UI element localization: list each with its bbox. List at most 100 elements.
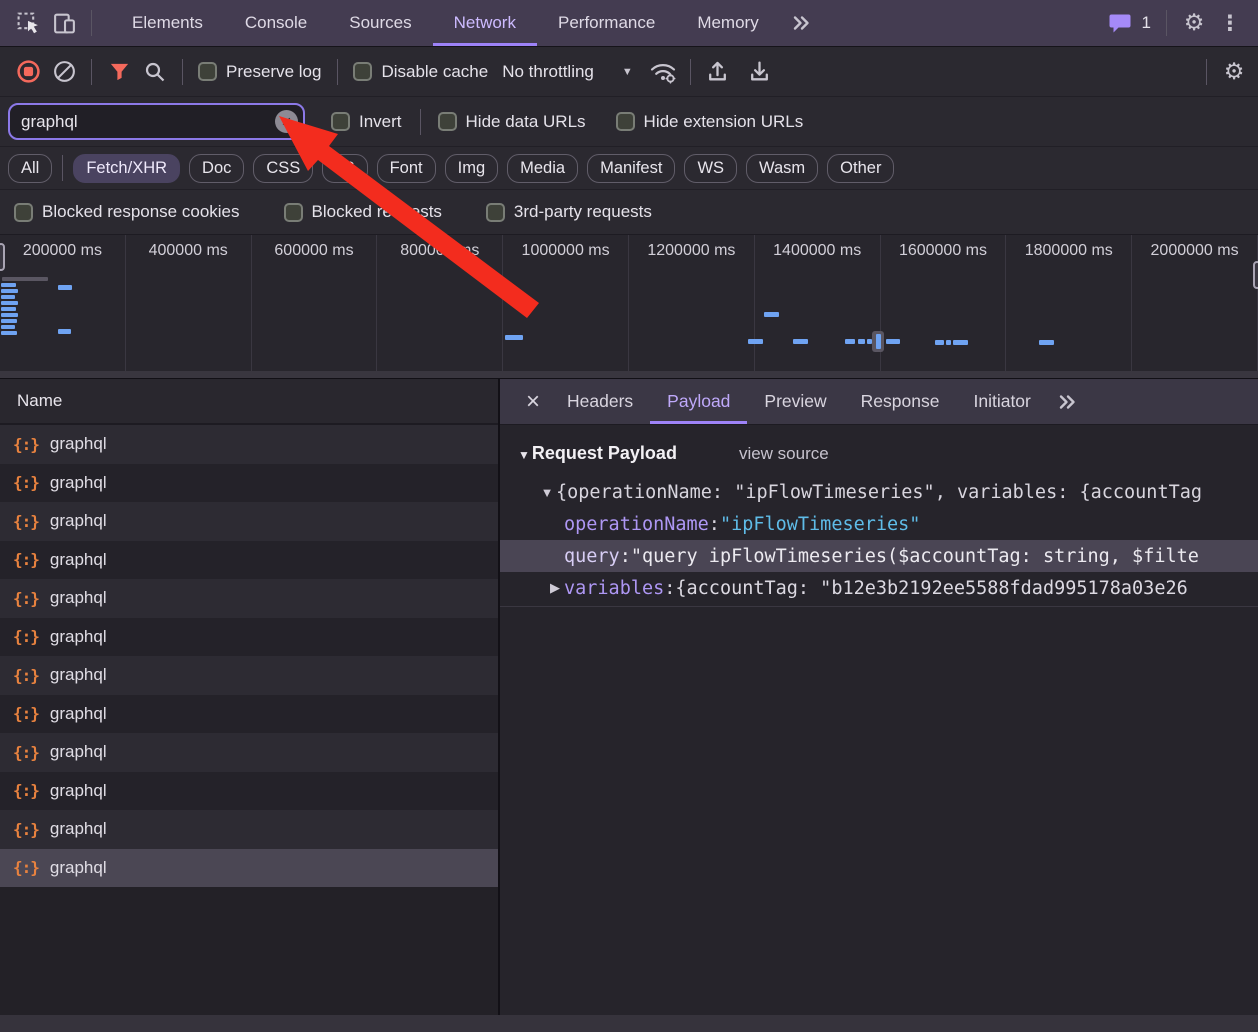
extra-filter-checkbox[interactable] (14, 203, 33, 222)
json-key: query (564, 546, 620, 567)
settings-button[interactable]: ⚙ (1176, 6, 1212, 40)
timeline-tick: 1800000 ms (1006, 235, 1132, 372)
request-row[interactable]: {:} graphql (0, 695, 498, 734)
toolbar-separator (420, 109, 421, 135)
request-name: graphql (50, 550, 107, 570)
overview-right-handle[interactable] (1253, 261, 1258, 289)
inspect-element-button[interactable] (10, 6, 46, 40)
type-chip[interactable]: Fetch/XHR (73, 154, 180, 183)
export-har-button[interactable] (742, 55, 778, 89)
json-object-preview: {accountTag: "b12e3b2192ee5588fdad995178… (675, 578, 1187, 599)
request-row[interactable]: {:} graphql (0, 772, 498, 811)
type-chip[interactable]: Media (507, 154, 578, 183)
operation-name-row[interactable]: operationName: "ipFlowTimeseries" (500, 508, 1258, 540)
type-chip[interactable]: CSS (253, 154, 313, 183)
network-settings-button[interactable]: ⚙ (1216, 55, 1252, 89)
panel-tab[interactable]: Network (433, 0, 537, 46)
name-column-header[interactable]: Name (0, 379, 498, 425)
details-tab[interactable]: Response (844, 379, 957, 424)
invert-checkbox[interactable] (331, 112, 350, 131)
request-row[interactable]: {:} graphql (0, 656, 498, 695)
payload-view: ▼ Request Payload view source ▼ {operati… (500, 425, 1258, 607)
variables-row[interactable]: ▶ variables: {accountTag: "b12e3b2192ee5… (500, 572, 1258, 604)
devtools-tabbar: Elements Console Sources Network Perform… (0, 0, 1258, 47)
panel-tab[interactable]: Sources (328, 0, 432, 46)
panel-tab[interactable]: Elements (111, 0, 224, 46)
disable-cache-checkbox[interactable] (353, 62, 372, 81)
more-panels-button[interactable] (780, 0, 822, 46)
json-braces-icon: {:} (13, 589, 39, 608)
expand-triangle-icon[interactable]: ▶ (546, 580, 564, 596)
type-chip[interactable]: Manifest (587, 154, 675, 183)
view-source-link[interactable]: view source (739, 444, 829, 464)
payload-preview-row[interactable]: ▼ {operationName: "ipFlowTimeseries", va… (500, 476, 1258, 508)
request-name: graphql (50, 665, 107, 685)
details-tab[interactable]: Initiator (956, 379, 1047, 424)
details-tab[interactable]: Headers (550, 379, 650, 424)
request-row[interactable]: {:} graphql (0, 849, 498, 888)
type-chip[interactable]: WS (684, 154, 737, 183)
details-tab[interactable]: Preview (747, 379, 843, 424)
extra-filter-checkbox[interactable] (284, 203, 303, 222)
waterfall-bar (748, 339, 763, 344)
request-row[interactable]: {:} graphql (0, 618, 498, 657)
type-chip[interactable]: Img (445, 154, 499, 183)
waterfall-bar (946, 340, 951, 345)
panel-tab[interactable]: Console (224, 0, 328, 46)
import-har-button[interactable] (700, 55, 736, 89)
search-button[interactable] (137, 55, 173, 89)
issues-count: 1 (1142, 13, 1151, 33)
overview-left-handle[interactable] (0, 243, 5, 271)
timeline-tick: 1000000 ms (503, 235, 629, 372)
issues-button[interactable] (1102, 6, 1138, 40)
preserve-log-label: Preserve log (226, 62, 321, 82)
filter-input[interactable] (8, 103, 305, 140)
request-row[interactable]: {:} graphql (0, 579, 498, 618)
collapse-triangle-icon[interactable]: ▼ (538, 485, 556, 500)
network-conditions-button[interactable] (645, 55, 681, 89)
type-chips: Fetch/XHR Doc CSS JS Font Img Media Mani… (73, 154, 894, 183)
type-chip[interactable]: Doc (189, 154, 244, 183)
waterfall-bar (1, 319, 17, 323)
throttling-dropdown[interactable]: No throttling ▼ (502, 62, 633, 82)
extra-filter-checkbox[interactable] (486, 203, 505, 222)
main-menu-button[interactable]: ⋮ (1212, 6, 1248, 40)
type-chip-all[interactable]: All (8, 154, 52, 183)
request-row[interactable]: {:} graphql (0, 810, 498, 849)
network-overview-timeline[interactable]: 200000 ms 400000 ms 600000 ms 800000 ms … (0, 235, 1258, 379)
request-row[interactable]: {:} graphql (0, 464, 498, 503)
more-details-tabs-button[interactable] (1048, 379, 1086, 424)
close-details-button[interactable]: × (516, 379, 550, 424)
panel-tab[interactable]: Performance (537, 0, 676, 46)
request-name: graphql (50, 434, 107, 454)
clear-filter-button[interactable]: × (275, 110, 298, 133)
query-row-selected[interactable]: query: "query ipFlowTimeseries($accountT… (500, 540, 1258, 572)
type-chip[interactable]: Wasm (746, 154, 818, 183)
hide-extension-urls-label: Hide extension URLs (644, 112, 804, 132)
toolbar-separator (337, 59, 338, 85)
filter-toggle-button[interactable] (101, 55, 137, 89)
extra-filter-group: Blocked requests (284, 202, 442, 222)
request-row[interactable]: {:} graphql (0, 425, 498, 464)
hide-data-urls-checkbox[interactable] (438, 112, 457, 131)
type-chip[interactable]: Font (377, 154, 436, 183)
waterfall-bar (845, 339, 855, 344)
type-chip[interactable]: Other (827, 154, 894, 183)
request-name: graphql (50, 511, 107, 531)
hide-extension-urls-checkbox[interactable] (616, 112, 635, 131)
type-chip[interactable]: JS (322, 154, 367, 183)
request-row[interactable]: {:} graphql (0, 502, 498, 541)
request-row[interactable]: {:} graphql (0, 541, 498, 580)
preserve-log-checkbox[interactable] (198, 62, 217, 81)
panel-tab[interactable]: Memory (676, 0, 779, 46)
clear-network-log-button[interactable] (46, 55, 82, 89)
waterfall-bar (1, 307, 16, 311)
record-network-log-button[interactable] (10, 55, 46, 89)
request-row[interactable]: {:} graphql (0, 733, 498, 772)
json-braces-icon: {:} (13, 627, 39, 646)
details-tab[interactable]: Payload (650, 379, 747, 424)
collapse-triangle-icon[interactable]: ▼ (518, 448, 530, 462)
json-braces-icon: {:} (13, 781, 39, 800)
toolbar-separator (1206, 59, 1207, 85)
device-toolbar-button[interactable] (46, 6, 82, 40)
